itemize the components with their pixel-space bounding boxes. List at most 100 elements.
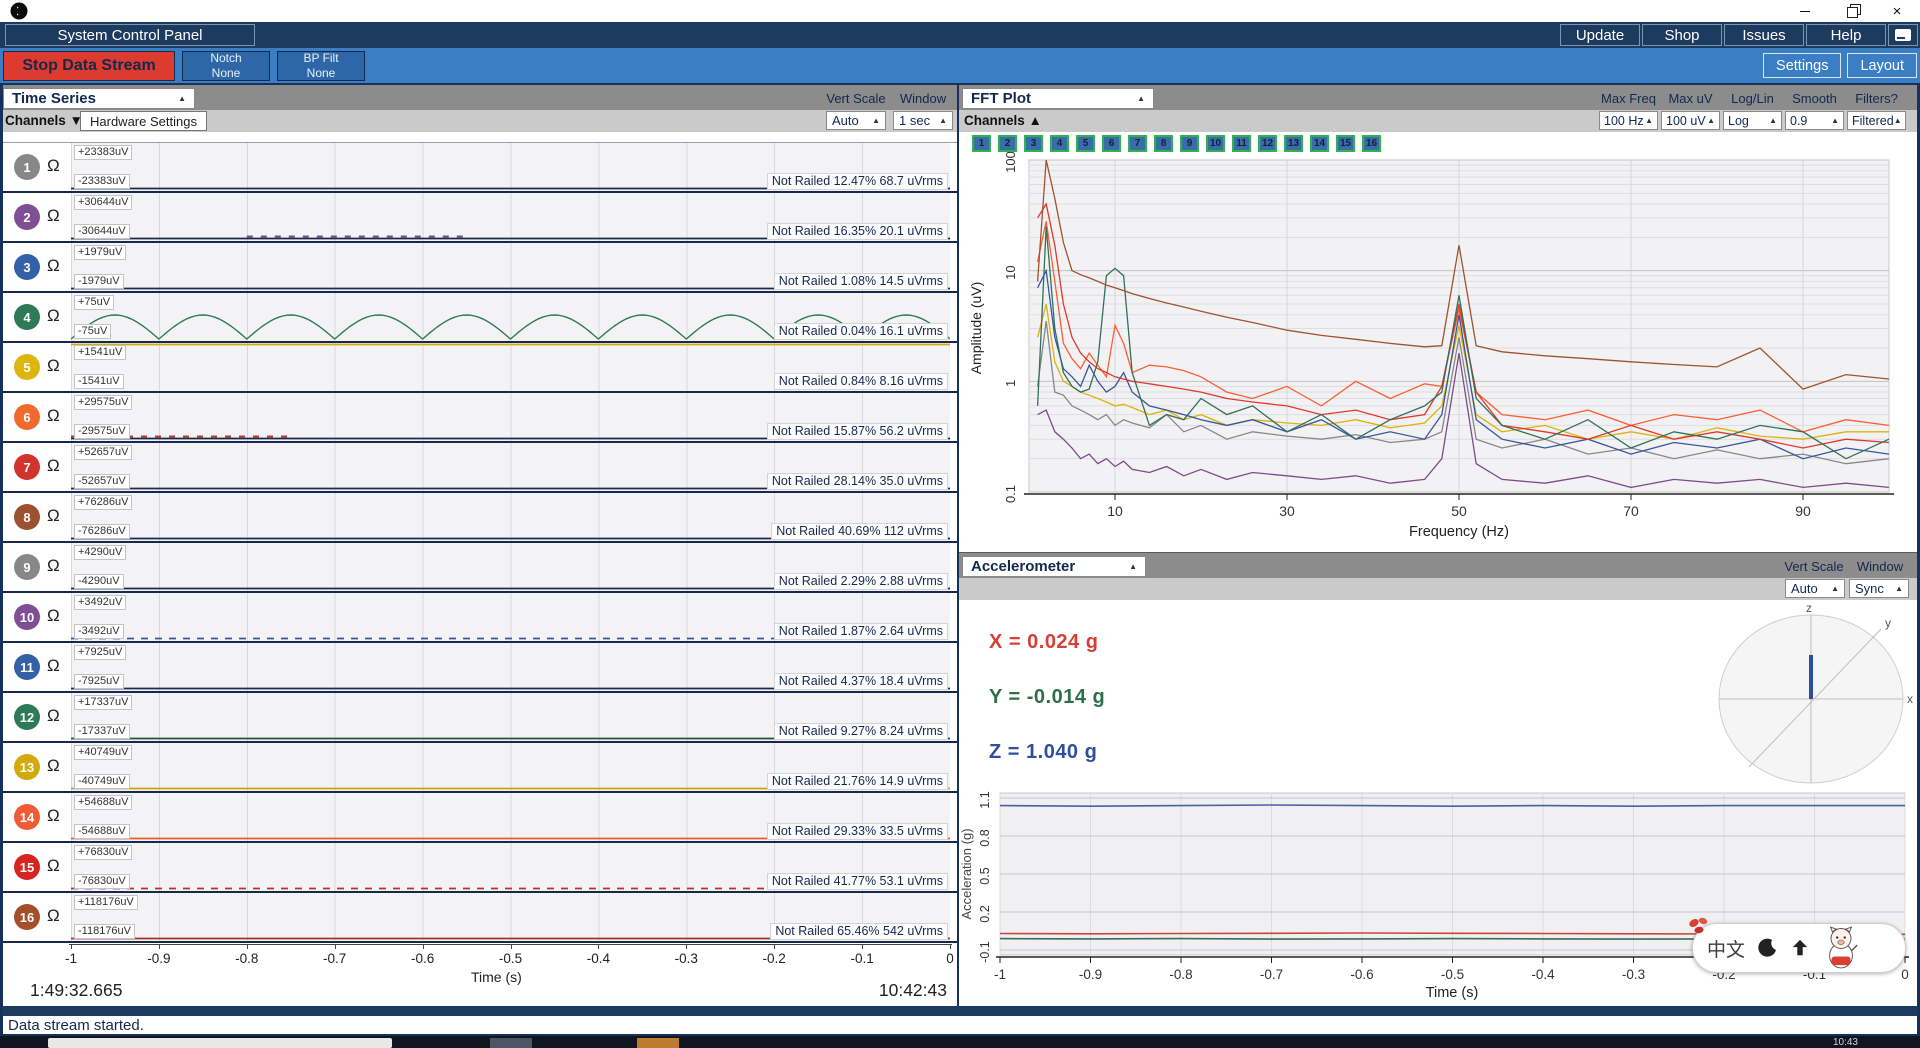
fft-channel-button[interactable]: 5 bbox=[1076, 135, 1095, 152]
update-button[interactable]: Update bbox=[1560, 24, 1640, 46]
channel-toggle-button[interactable]: 1 bbox=[14, 154, 40, 180]
fft-channel-button[interactable]: 3 bbox=[1024, 135, 1043, 152]
svg-text:-1: -1 bbox=[994, 967, 1006, 982]
bandpass-filter-button[interactable]: BP Filt None bbox=[277, 50, 365, 81]
fft-channel-button[interactable]: 7 bbox=[1128, 135, 1147, 152]
console-log-button[interactable] bbox=[1888, 24, 1918, 46]
channel-toggle-button[interactable]: 2 bbox=[14, 204, 40, 230]
scale-min-label: -17337uV bbox=[74, 724, 130, 739]
channel-toggle-button[interactable]: 6 bbox=[14, 404, 40, 430]
channel-toggle-button[interactable]: 4 bbox=[14, 304, 40, 330]
window-dropdown[interactable]: 1 sec ▲ bbox=[893, 111, 953, 130]
fft-channel-button[interactable]: 16 bbox=[1362, 135, 1381, 152]
accel-vert-scale-dropdown[interactable]: Auto ▲ bbox=[1785, 579, 1845, 598]
fft-channel-button[interactable]: 14 bbox=[1310, 135, 1329, 152]
fft-channels-button[interactable]: Channels ▲ bbox=[964, 113, 1042, 128]
impedance-button[interactable]: Ω bbox=[47, 356, 60, 376]
fft-channel-button[interactable]: 2 bbox=[998, 135, 1017, 152]
impedance-button[interactable]: Ω bbox=[47, 506, 60, 526]
moon-icon[interactable] bbox=[1758, 938, 1778, 958]
fft-widget-dropdown[interactable]: FFT Plot ▲ bbox=[962, 88, 1154, 109]
minimize-button[interactable] bbox=[1782, 0, 1828, 22]
taskbar-search-input[interactable] bbox=[48, 1038, 392, 1048]
fft-channel-button[interactable]: 9 bbox=[1180, 135, 1199, 152]
fft-channel-button[interactable]: 8 bbox=[1154, 135, 1173, 152]
impedance-button[interactable]: Ω bbox=[47, 856, 60, 876]
channel-plot: +76286uV -76286uV Not Railed 40.69% 112 uV… bbox=[71, 493, 950, 541]
app-logo-icon bbox=[10, 2, 28, 20]
dropdown-arrow-icon: ▲ bbox=[1769, 116, 1777, 125]
channel-toggle-button[interactable]: 12 bbox=[14, 704, 40, 730]
fft-channel-button[interactable]: 4 bbox=[1050, 135, 1069, 152]
accelerometer-widget-dropdown[interactable]: Accelerometer ▲ bbox=[962, 556, 1146, 577]
restore-button[interactable] bbox=[1828, 0, 1874, 22]
settings-button[interactable]: Settings bbox=[1763, 53, 1842, 78]
channel-row: 13 Ω +40749uV -40749uV Not Railed 21.76% 14.… bbox=[0, 743, 957, 793]
channel-toggle-button[interactable]: 10 bbox=[14, 604, 40, 630]
axis-tick bbox=[862, 944, 864, 949]
fft-channel-button[interactable]: 6 bbox=[1102, 135, 1121, 152]
impedance-button[interactable]: Ω bbox=[47, 156, 60, 176]
channel-plot: +4290uV -4290uV Not Railed 2.29% 2.88 uVrm… bbox=[71, 543, 950, 591]
channel-toggle-button[interactable]: 3 bbox=[14, 254, 40, 280]
fft-channel-button[interactable]: 15 bbox=[1336, 135, 1355, 152]
impedance-button[interactable]: Ω bbox=[47, 206, 60, 226]
issues-button[interactable]: Issues bbox=[1724, 24, 1804, 46]
channel-toggle-button[interactable]: 15 bbox=[14, 854, 40, 880]
impedance-button[interactable]: Ω bbox=[47, 456, 60, 476]
impedance-button[interactable]: Ω bbox=[47, 706, 60, 726]
ime-language-button[interactable]: 中文 bbox=[1707, 935, 1745, 962]
help-button[interactable]: Help bbox=[1806, 24, 1886, 46]
channel-toggle-button[interactable]: 7 bbox=[14, 454, 40, 480]
channel-toggle-button[interactable]: 9 bbox=[14, 554, 40, 580]
accelerometer-controls: Auto ▲ Sync ▲ bbox=[959, 578, 1920, 600]
notch-filter-button[interactable]: Notch None bbox=[182, 50, 270, 81]
fft-channel-button[interactable]: 1 bbox=[972, 135, 991, 152]
scale-min-label: -1979uV bbox=[74, 274, 124, 289]
layout-button[interactable]: Layout bbox=[1847, 53, 1917, 78]
impedance-button[interactable]: Ω bbox=[47, 606, 60, 626]
impedance-button[interactable]: Ω bbox=[47, 556, 60, 576]
fft-channel-button[interactable]: 11 bbox=[1232, 135, 1251, 152]
fullwidth-arrow-icon[interactable] bbox=[1791, 939, 1809, 957]
impedance-button[interactable]: Ω bbox=[47, 906, 60, 926]
channel-plot: +3492uV -3492uV Not Railed 1.87% 2.64 uVrm… bbox=[71, 593, 950, 641]
max-freq-dropdown[interactable]: 100 Hz ▲ bbox=[1599, 111, 1658, 130]
channel-toggle-button[interactable]: 8 bbox=[14, 504, 40, 530]
svg-text:10: 10 bbox=[1003, 265, 1018, 279]
impedance-button[interactable]: Ω bbox=[47, 656, 60, 676]
impedance-button[interactable]: Ω bbox=[47, 406, 60, 426]
hardware-settings-button[interactable]: Hardware Settings bbox=[80, 111, 207, 131]
window-frame-left bbox=[0, 85, 3, 1036]
impedance-button[interactable]: Ω bbox=[47, 756, 60, 776]
ime-mascot-pig-icon[interactable] bbox=[1822, 926, 1860, 970]
fft-channel-button[interactable]: 10 bbox=[1206, 135, 1225, 152]
taskbar-app-icon[interactable] bbox=[637, 1038, 679, 1048]
shop-button[interactable]: Shop bbox=[1642, 24, 1722, 46]
impedance-button[interactable]: Ω bbox=[47, 306, 60, 326]
close-button[interactable]: × bbox=[1874, 0, 1920, 22]
smooth-dropdown[interactable]: 0.9 ▲ bbox=[1785, 111, 1844, 130]
fft-channel-button[interactable]: 13 bbox=[1284, 135, 1303, 152]
max-uv-dropdown[interactable]: 100 uV ▲ bbox=[1661, 111, 1720, 130]
channel-toggle-button[interactable]: 13 bbox=[14, 754, 40, 780]
railed-status-label: Not Railed 21.76% 14.9 uVrms bbox=[766, 773, 948, 790]
channel-toggle-button[interactable]: 14 bbox=[14, 804, 40, 830]
impedance-button[interactable]: Ω bbox=[47, 806, 60, 826]
accel-window-dropdown[interactable]: Sync ▲ bbox=[1849, 579, 1909, 598]
taskbar-app-icon[interactable] bbox=[490, 1038, 532, 1048]
channel-toggle-button[interactable]: 11 bbox=[14, 654, 40, 680]
channels-dropdown-button[interactable]: Channels ▼ bbox=[5, 113, 83, 128]
vert-scale-dropdown[interactable]: Auto ▲ bbox=[826, 111, 886, 130]
axis-tick-label: -0.6 bbox=[410, 951, 435, 966]
system-control-panel-button[interactable]: System Control Panel bbox=[5, 24, 255, 46]
channel-toggle-button[interactable]: 5 bbox=[14, 354, 40, 380]
log-lin-dropdown[interactable]: Log ▲ bbox=[1723, 111, 1782, 130]
filters-dropdown[interactable]: Filtered ▲ bbox=[1847, 111, 1906, 130]
stop-data-stream-button[interactable]: Stop Data Stream bbox=[3, 50, 175, 81]
impedance-button[interactable]: Ω bbox=[47, 256, 60, 276]
channel-label: 14 Ω bbox=[0, 793, 71, 841]
fft-channel-button[interactable]: 12 bbox=[1258, 135, 1277, 152]
time-series-widget-dropdown[interactable]: Time Series ▲ bbox=[3, 88, 195, 109]
channel-toggle-button[interactable]: 16 bbox=[14, 904, 40, 930]
